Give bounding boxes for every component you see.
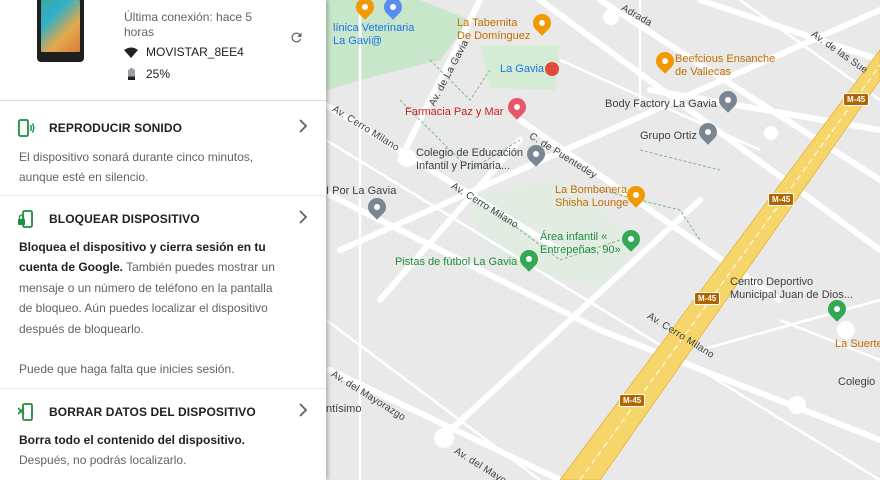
refresh-icon[interactable]	[286, 27, 306, 47]
section-divider	[0, 195, 326, 196]
lock-device-button[interactable]: BLOQUEAR DISPOSITIVO	[0, 207, 326, 231]
phone-lock-icon	[18, 209, 34, 229]
play-sound-button[interactable]: REPRODUCIR SONIDO	[0, 116, 326, 140]
network-name: MOVISTAR_8EE4	[146, 45, 244, 59]
battery-level: 25%	[146, 67, 171, 81]
place-label-farmacia[interactable]: Farmacia Paz y Mar	[405, 106, 503, 119]
phone-ring-icon	[18, 118, 35, 138]
place-label-la-gavia-metro[interactable]: La Gavia	[500, 63, 544, 76]
erase-device-description: Borra todo el contenido del dispositivo.…	[19, 430, 281, 471]
place-label-taberna[interactable]: La Tabernita De Domínguez	[457, 17, 530, 43]
erase-device-title: BORRAR DATOS DEL DISPOSITIVO	[49, 405, 256, 419]
last-connection: Última conexión: hace 5 horas	[124, 10, 253, 39]
place-label-body-factory[interactable]: Body Factory La Gavia	[605, 98, 717, 111]
lock-device-title: BLOQUEAR DISPOSITIVO	[49, 212, 200, 226]
section-divider	[0, 388, 326, 389]
erase-device-description-bold: Borra todo el contenido del dispositivo.	[19, 433, 246, 447]
lock-device-description: Bloquea el dispositivo y cierra sesión e…	[19, 237, 281, 339]
device-screen	[41, 0, 80, 52]
chevron-right-icon	[298, 403, 310, 419]
place-label-beefcious[interactable]: Beefcious Ensanche de Vallecas	[675, 53, 775, 79]
chevron-right-icon	[298, 119, 310, 135]
lock-device-note: Puede que haga falta que inicies sesión.	[19, 362, 235, 376]
wifi-icon	[124, 47, 138, 58]
place-label-colegio[interactable]: Colegio	[838, 376, 875, 389]
chevron-right-icon	[298, 210, 310, 226]
place-label-por-la-gavia[interactable]: I Por La Gavia	[326, 185, 396, 198]
play-sound-title: REPRODUCIR SONIDO	[49, 121, 183, 135]
highway-shield: M-45	[768, 193, 795, 206]
play-sound-description: El dispositivo sonará durante cinco minu…	[19, 150, 254, 185]
place-label-pistas[interactable]: Pistas de fútbol La Gavia	[395, 256, 517, 269]
place-label-la-suerte[interactable]: La Suerte	[835, 338, 880, 351]
place-label-colegio-educacion[interactable]: Colegio de Educación Infantil y Primaria.…	[416, 147, 523, 173]
battery-row: 25%	[124, 67, 170, 81]
place-label-clinica[interactable]: línica Veterinaria La Gavi@	[333, 22, 414, 48]
metro-icon[interactable]	[545, 62, 559, 76]
battery-icon	[124, 68, 138, 80]
device-panel: Última conexión: hace 5 horas MOVISTAR_8…	[0, 0, 326, 480]
place-label-bombonera[interactable]: La Bombonera Shisha Lounge	[555, 184, 628, 210]
highway-shield: M-45	[843, 93, 870, 106]
phone-erase-icon	[17, 402, 34, 422]
device-image	[37, 0, 84, 62]
place-label-area-infantil[interactable]: Área infantil «Entrepeñas, 90»	[540, 231, 621, 257]
erase-device-description-plain: Después, no podrás localizarlo.	[19, 453, 187, 468]
highway-shield: M-45	[694, 292, 721, 305]
place-label-centro-deportivo[interactable]: Centro Deportivo Municipal Juan de Dios..…	[730, 276, 853, 302]
erase-device-button[interactable]: BORRAR DATOS DEL DISPOSITIVO	[0, 400, 326, 424]
place-label-grupo-ortiz[interactable]: Grupo Ortiz	[640, 130, 697, 143]
highway-shield: M-45	[619, 394, 646, 407]
place-label-ntisimo: ntísimo	[326, 403, 362, 415]
network-row: MOVISTAR_8EE4	[124, 45, 244, 59]
device-card: Última conexión: hace 5 horas MOVISTAR_8…	[0, 0, 326, 101]
